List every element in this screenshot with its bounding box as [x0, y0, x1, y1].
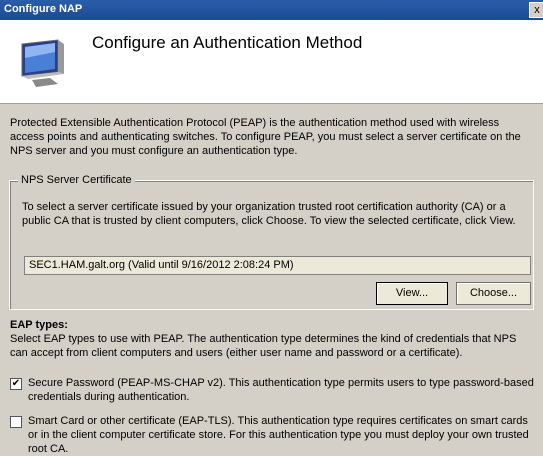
- nps-description: To select a server certificate issued by…: [22, 201, 516, 227]
- page-title: Configure an Authentication Method: [92, 33, 363, 52]
- smart-card-checkbox[interactable]: [10, 416, 22, 428]
- certificate-field[interactable]: SEC1.HAM.galt.org (Valid until 9/16/2012…: [24, 256, 531, 275]
- close-button[interactable]: x: [529, 2, 543, 18]
- title-bar: Configure NAP x: [0, 0, 543, 20]
- window-title: Configure NAP: [4, 3, 83, 15]
- monitor-icon: [21, 39, 64, 87]
- secure-password-checkbox[interactable]: ✔: [10, 378, 22, 390]
- smart-card-label: Smart Card or other certificate (EAP-TLS…: [28, 415, 529, 455]
- eap-types-description: Select EAP types to use with PEAP. The a…: [10, 333, 517, 359]
- nps-group-legend: NPS Server Certificate: [18, 174, 135, 186]
- smart-card-option[interactable]: Smart Card or other certificate (EAP-TLS…: [10, 414, 538, 455]
- intro-text: Protected Extensible Authentication Prot…: [10, 117, 521, 157]
- secure-password-option[interactable]: ✔ Secure Password (PEAP-MS-CHAP v2). Thi…: [10, 376, 538, 406]
- eap-types-heading: EAP types:: [10, 319, 68, 331]
- wizard-header: Configure an Authentication Method: [0, 20, 543, 104]
- choose-button[interactable]: Choose...: [456, 282, 531, 305]
- secure-password-label: Secure Password (PEAP-MS-CHAP v2). This …: [28, 377, 534, 403]
- certificate-value: SEC1.HAM.galt.org (Valid until 9/16/2012…: [29, 259, 294, 271]
- nps-server-certificate-group: NPS Server Certificate To select a serve…: [9, 174, 534, 310]
- view-button[interactable]: View...: [376, 282, 448, 305]
